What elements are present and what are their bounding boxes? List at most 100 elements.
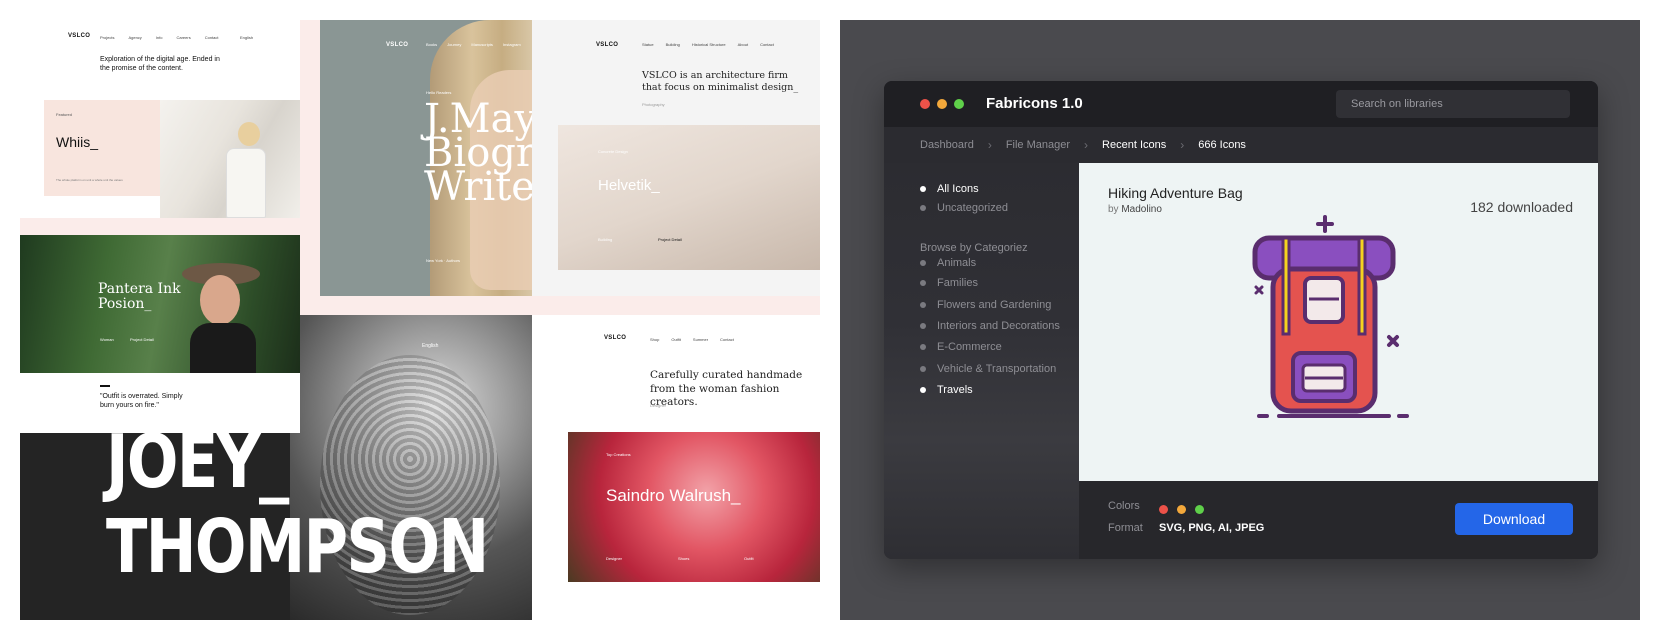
mockup-nav: Books Journey Manuscripts Instagram xyxy=(426,42,521,47)
sidebar-item-label: E-Commerce xyxy=(937,341,1002,353)
mockup-kicker: Top Creations xyxy=(606,452,631,457)
mockup-logo: VSLCO xyxy=(596,42,619,48)
mockup-meta: Building xyxy=(598,237,613,242)
mockup-link: Project Detail xyxy=(658,237,682,242)
mockup-lang: English xyxy=(240,35,254,40)
sidebar-item-flowers-gardening[interactable]: Flowers and Gardening xyxy=(920,299,1051,311)
sidebar-item-label: Families xyxy=(937,277,978,289)
color-swatch-orange[interactable] xyxy=(1177,505,1186,514)
mockup-nav-item: Historical Structure xyxy=(691,42,726,47)
app-stage: Fabricons 1.0 Dashboard › File Manager ›… xyxy=(840,20,1640,620)
mockup-nav-item: Careers xyxy=(176,35,191,40)
mockup-nav-item: About xyxy=(737,42,749,47)
sidebar-heading: Browse by Categoriez xyxy=(920,242,1028,254)
sidebar-item-label: Uncategorized xyxy=(937,202,1008,214)
color-swatch-red[interactable] xyxy=(1159,505,1168,514)
mockup-caption: The whole platform on unit a whole unit … xyxy=(56,178,123,182)
mockup-nav-item: Contact xyxy=(760,42,774,47)
mockup-nav: Projects Agency Info Careers Contact xyxy=(100,35,219,40)
mockup-logo: VSLCO xyxy=(68,33,91,39)
mockup-nav-item: Agency xyxy=(128,35,142,40)
breadcrumb-icon-count: 666 Icons xyxy=(1198,139,1246,151)
canvas: VSLCO Projects Agency Info Careers Conta… xyxy=(0,0,1660,641)
mockup-logo: VSLCO xyxy=(604,335,627,341)
person-head xyxy=(238,122,260,146)
sidebar: All Icons Uncategorized Browse by Catego… xyxy=(884,163,1079,559)
close-window-button[interactable] xyxy=(920,99,930,109)
author-link[interactable]: Madolino xyxy=(1121,204,1162,215)
app-title: Fabricons 1.0 xyxy=(986,95,1083,112)
mockup-nav-item: Outfit xyxy=(671,337,681,342)
mockup-nav-item: Journey xyxy=(447,42,462,47)
title-line: Posion_ xyxy=(98,295,152,312)
mockup-nav-item: Contact xyxy=(204,35,219,40)
download-button[interactable]: Download xyxy=(1455,503,1573,535)
sidebar-item-interiors-decorations[interactable]: Interiors and Decorations xyxy=(920,320,1060,332)
mockup-photo-red-smoke: Top Creations Saindro Walrush_ Designer … xyxy=(568,432,820,582)
mockup-headline: Exploration of the digital age. Ended in… xyxy=(100,56,220,73)
mockup-card-architecture: VSLCO Statue Building Historical Structu… xyxy=(532,20,820,296)
mockup-kicker: Hello Readers xyxy=(426,90,452,95)
sidebar-item-animals[interactable]: Animals xyxy=(920,257,976,269)
format-label: Format xyxy=(1108,522,1143,534)
sidebar-item-label: All Icons xyxy=(937,183,979,195)
title-bar: Fabricons 1.0 xyxy=(884,81,1598,127)
mockup-nav-item: Statue xyxy=(642,42,654,47)
color-swatch-green[interactable] xyxy=(1195,505,1204,514)
sidebar-item-uncategorized[interactable]: Uncategorized xyxy=(920,202,1008,214)
mockup-meta: Shoes xyxy=(678,556,690,561)
sidebar-item-all-icons[interactable]: All Icons xyxy=(920,183,979,195)
breadcrumb-recent-icons[interactable]: Recent Icons xyxy=(1102,139,1166,151)
mockup-nav-item: Projects xyxy=(100,35,115,40)
bullet-icon xyxy=(920,260,926,266)
sidebar-item-label: Vehicle & Transportation xyxy=(937,363,1057,375)
mockup-headline: VSLCO is an architecture firm that focus… xyxy=(642,70,799,94)
minimize-window-button[interactable] xyxy=(937,99,947,109)
mockup-card-biography: VSLCO Books Journey Manuscripts Instagra… xyxy=(320,20,532,296)
person-head xyxy=(200,275,240,325)
bullet-icon xyxy=(920,366,926,372)
mockup-nav-item: Summer xyxy=(692,337,709,342)
mockup-logo: VSLCO xyxy=(386,42,409,48)
mockup-card-whiis: VSLCO Projects Agency Info Careers Conta… xyxy=(20,20,300,218)
mockup-card-saindro: VSLCO Shop Outfit Summer Contact Careful… xyxy=(532,315,820,620)
app-window: Fabricons 1.0 Dashboard › File Manager ›… xyxy=(884,81,1598,559)
bullet-icon xyxy=(920,344,926,350)
mockup-headline-line: THOMPSON xyxy=(106,504,489,590)
bullet-icon xyxy=(920,186,926,192)
sidebar-item-label: Animals xyxy=(937,257,977,269)
breadcrumb-file-manager[interactable]: File Manager xyxy=(1006,139,1070,151)
sidebar-item-e-commerce[interactable]: E-Commerce xyxy=(920,341,1002,353)
sidebar-item-vehicle-transportation[interactable]: Vehicle & Transportation xyxy=(920,363,1056,375)
mockup-footer: New York · Authors xyxy=(426,258,461,263)
mockup-nav-item: Shop xyxy=(650,337,660,342)
mockup-photo-concrete: Concrete Design Helvetik_ Building Proje… xyxy=(558,125,820,270)
sidebar-item-families[interactable]: Families xyxy=(920,277,978,289)
mockup-nav-item: Contact xyxy=(720,337,734,342)
bullet-icon xyxy=(920,387,926,393)
chevron-right-icon: › xyxy=(1084,138,1089,152)
mockup-title: Saindro Walrush_ xyxy=(606,486,741,505)
bullet-icon xyxy=(920,280,926,286)
mockup-headline-line: JOEY_ xyxy=(106,419,289,505)
hiking-backpack-icon xyxy=(1252,215,1409,418)
divider xyxy=(100,385,110,387)
maximize-window-button[interactable] xyxy=(954,99,964,109)
mockup-title: Whiis_ xyxy=(56,134,99,150)
mockup-nav: Shop Outfit Summer Contact xyxy=(650,337,734,342)
mockup-photo-blonde-woman xyxy=(160,100,300,218)
mockup-headline: J.May Biogr Write xyxy=(424,99,532,207)
search-input[interactable] xyxy=(1336,90,1570,118)
mockup-card-pantera: Pantera Ink Posion_ Woman Project Detail… xyxy=(20,235,300,433)
author-prefix: by xyxy=(1108,204,1119,215)
mockup-quote: "Outfit is overrated. Simply burn yours … xyxy=(100,393,183,410)
mockup-title: Helvetik_ xyxy=(598,177,660,194)
sidebar-item-travels[interactable]: Travels xyxy=(920,384,973,396)
mockup-sub: Designer xyxy=(650,403,667,408)
mockup-nav-item: Building xyxy=(665,42,680,47)
breadcrumb-dashboard[interactable]: Dashboard xyxy=(920,139,974,151)
mockup-nav-item: Manuscripts xyxy=(471,42,493,47)
mockup-nav-item: Info xyxy=(155,35,163,40)
mockup-nav-item: Instagram xyxy=(502,42,521,47)
icon-details-footer: Colors Format SVG, PNG, AI, JPEG Downloa… xyxy=(1079,481,1598,559)
